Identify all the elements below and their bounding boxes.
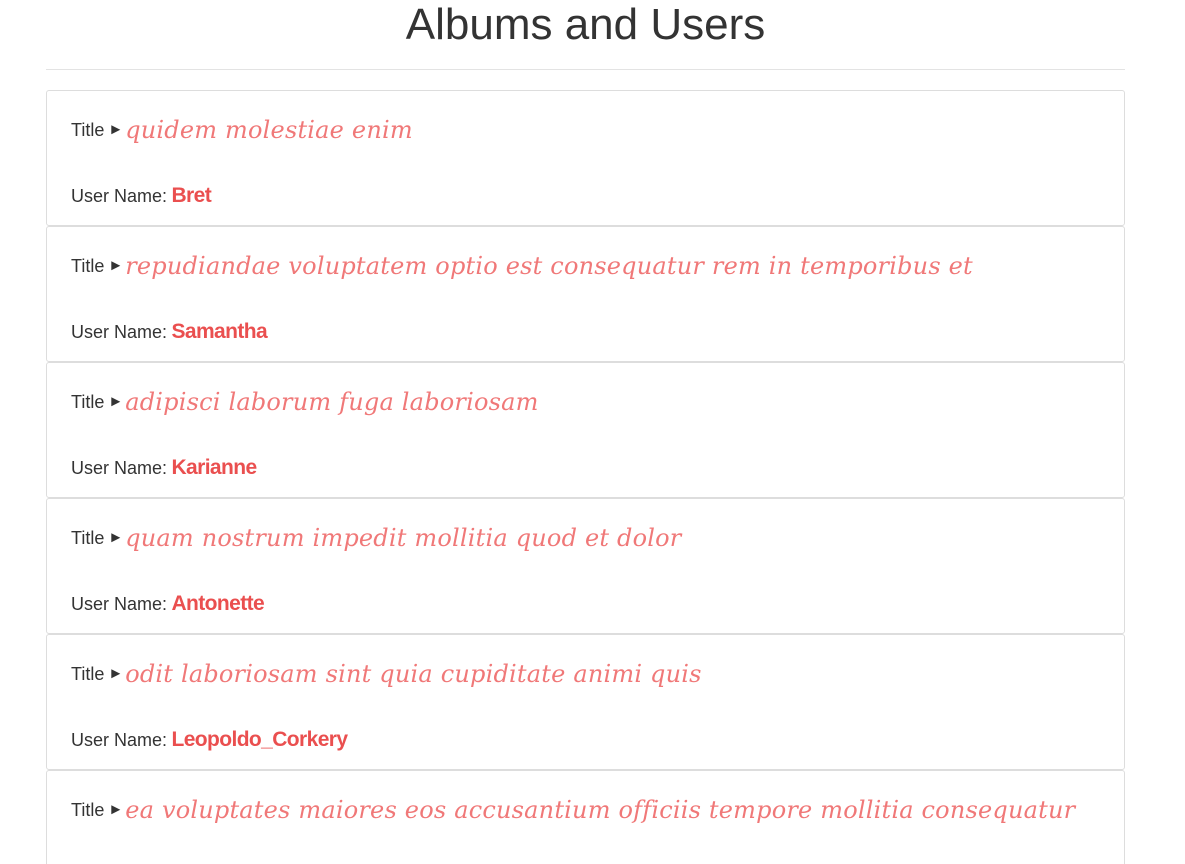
album-title-row: Title ►quam nostrum impedit mollitia quod… [71, 523, 681, 553]
album-title-row: Title ►odit laboriosam sint quia cupidita… [71, 659, 702, 689]
play-arrow-icon: ► [108, 529, 124, 546]
user-row: User Name: Leopoldo_Corkery [71, 725, 348, 755]
play-arrow-icon: ► [108, 257, 124, 274]
title-label: Title [71, 800, 105, 820]
album-title-row: Title ►repudiandae voluptatem optio est c… [71, 251, 973, 281]
title-label: Title [71, 392, 105, 412]
page-header: Albums and Users [46, 0, 1125, 70]
album-title: adipisci laborum fuga laboriosam [125, 388, 539, 416]
page: Albums and Users Title ►quidem molestiae … [0, 0, 1185, 864]
album-title-row: Title ►ea voluptates maiores eos accusant… [71, 795, 1075, 825]
user-name-label: User Name: [71, 186, 168, 206]
album-card: Title ►repudiandae voluptatem optio est c… [46, 226, 1125, 362]
user-name-label: User Name: [71, 730, 168, 750]
page-title: Albums and Users [405, 0, 766, 49]
user-name-label: User Name: [71, 458, 168, 478]
title-label: Title [71, 256, 105, 276]
user-name: Samantha [171, 320, 268, 343]
user-name: Karianne [171, 456, 257, 479]
album-card: Title ►adipisci laborum fuga laboriosam U… [46, 362, 1125, 498]
album-title: ea voluptates maiores eos accusantium of… [125, 796, 1076, 824]
album-card: Title ►ea voluptates maiores eos accusant… [46, 770, 1125, 864]
play-arrow-icon: ► [108, 801, 124, 818]
user-name: Leopoldo_Corkery [171, 728, 348, 751]
user-row: User Name: Samantha [71, 317, 268, 347]
title-label: Title [71, 664, 105, 684]
user-row: User Name: Karianne [71, 453, 257, 483]
user-row: User Name: Bret [71, 181, 212, 211]
user-name: Antonette [171, 592, 265, 615]
play-arrow-icon: ► [108, 393, 124, 410]
album-card: Title ►quam nostrum impedit mollitia quod… [46, 498, 1125, 634]
album-title-row: Title ►adipisci laborum fuga laboriosam [71, 387, 539, 417]
album-title: quidem molestiae enim [125, 116, 413, 144]
play-arrow-icon: ► [108, 665, 124, 682]
play-arrow-icon: ► [108, 121, 124, 138]
user-name-label: User Name: [71, 322, 168, 342]
album-title-row: Title ►quidem molestiae enim [71, 115, 413, 145]
album-card: Title ►quidem molestiae enim User Name: B… [46, 90, 1125, 226]
album-list: Title ►quidem molestiae enim User Name: B… [46, 90, 1125, 864]
title-label: Title [71, 120, 105, 140]
album-title: repudiandae voluptatem optio est consequ… [125, 252, 973, 280]
title-label: Title [71, 528, 105, 548]
album-title: odit laboriosam sint quia cupiditate ani… [125, 660, 702, 688]
album-title: quam nostrum impedit mollitia quod et do… [125, 524, 682, 552]
user-name-label: User Name: [71, 594, 168, 614]
user-name: Bret [171, 184, 212, 207]
album-card: Title ►odit laboriosam sint quia cupidita… [46, 634, 1125, 770]
user-row: User Name: Antonette [71, 589, 265, 619]
